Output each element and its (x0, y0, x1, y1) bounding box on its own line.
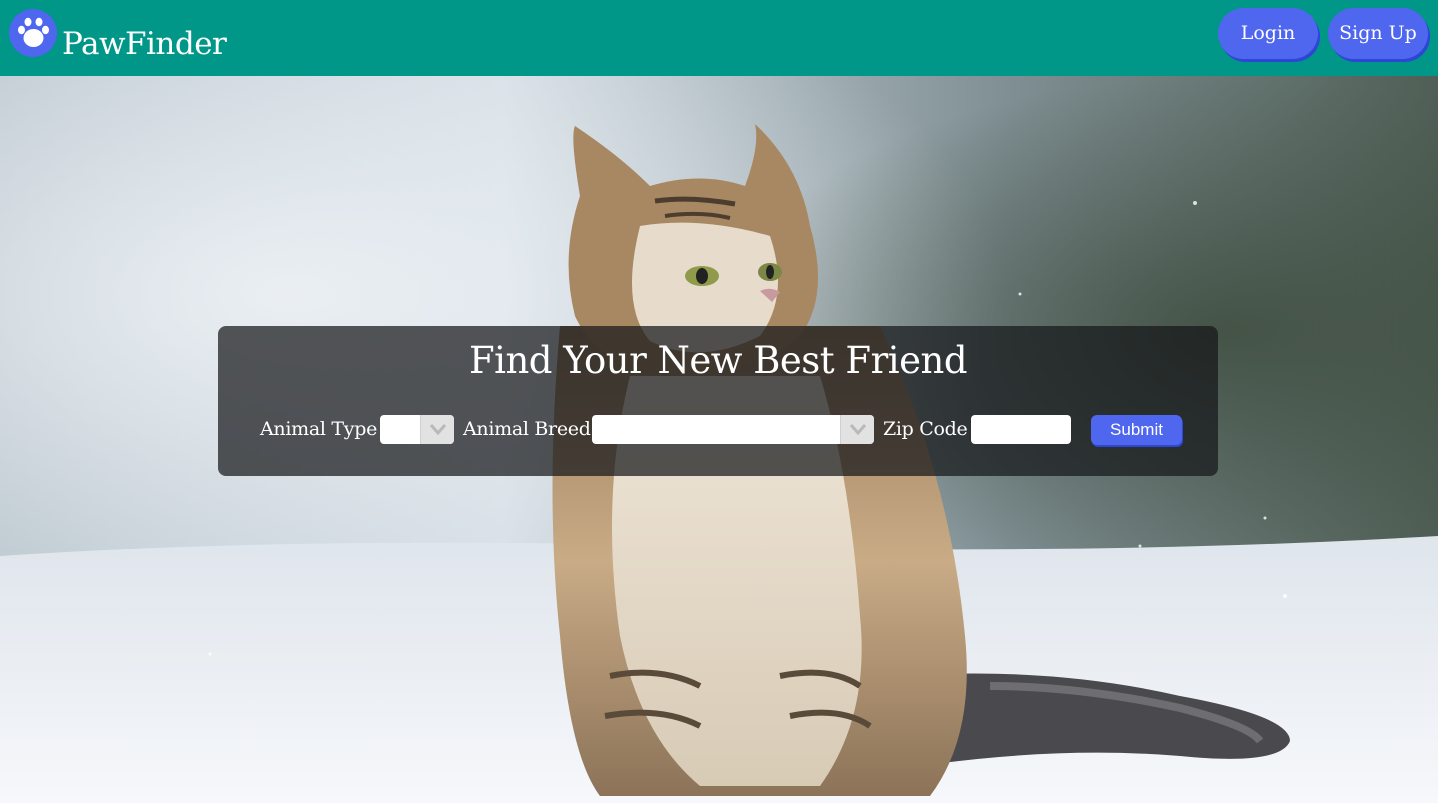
zip-code-label: Zip Code (883, 418, 968, 440)
chevron-down-icon (840, 415, 874, 444)
animal-type-select[interactable] (380, 415, 454, 444)
paw-icon[interactable] (9, 9, 57, 57)
animal-breed-label: Animal Breed (463, 418, 591, 440)
navbar: PawFinder Login Sign Up (0, 0, 1438, 76)
submit-button[interactable]: Submit (1091, 415, 1182, 445)
search-panel: Find Your New Best Friend Animal Type An… (218, 326, 1218, 476)
page: PawFinder Login Sign Up Find Your New Be… (0, 0, 1438, 803)
brand-name[interactable]: PawFinder (62, 24, 227, 64)
animal-breed-select[interactable] (592, 415, 874, 444)
sign-up-button[interactable]: Sign Up (1328, 8, 1428, 59)
chevron-down-icon (420, 415, 454, 444)
zip-code-input[interactable] (971, 415, 1071, 444)
search-title: Find Your New Best Friend (468, 339, 968, 382)
login-button[interactable]: Login (1218, 8, 1318, 59)
animal-type-label: Animal Type (260, 418, 378, 440)
